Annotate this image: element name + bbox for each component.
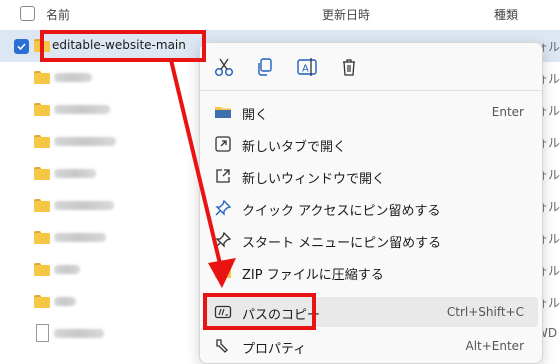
annotation-arrow: [169, 59, 236, 288]
